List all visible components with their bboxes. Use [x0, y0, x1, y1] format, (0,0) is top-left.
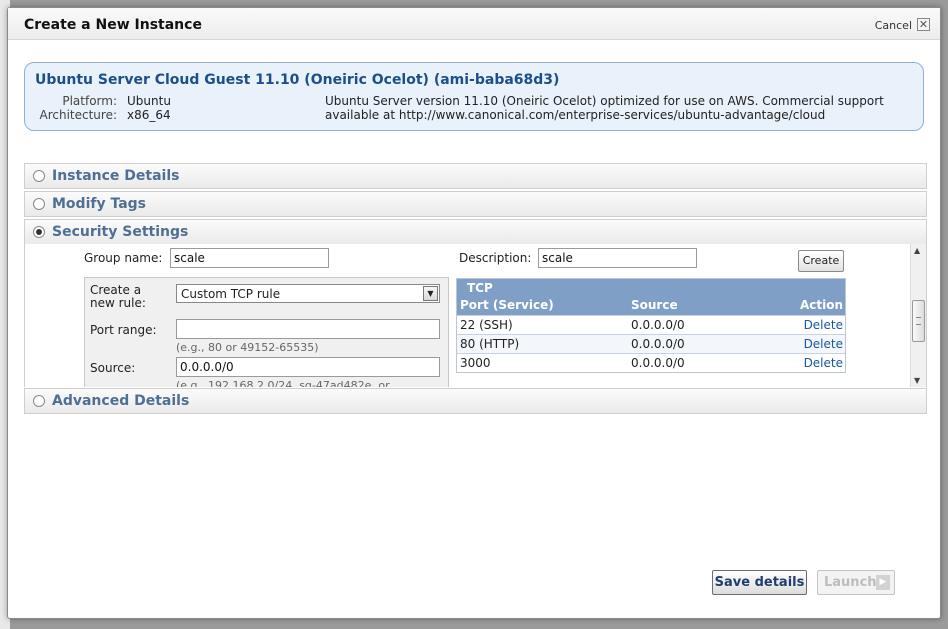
close-icon[interactable]: ✕: [917, 18, 930, 31]
dialog-header: Create a New Instance Cancel ✕: [8, 8, 940, 40]
table-row: 80 (HTTP) 0.0.0.0/0 Delete: [457, 334, 845, 353]
platform-value: Ubuntu: [127, 94, 171, 108]
col-action-header: Action: [799, 298, 843, 312]
new-rule-label-line2: new rule:: [90, 296, 146, 310]
table-title: TCP: [467, 281, 493, 295]
table-row: 22 (SSH) 0.0.0.0/0 Delete: [457, 315, 845, 334]
ami-title: Ubuntu Server Cloud Guest 11.10 (Oneiric…: [35, 72, 560, 88]
radio-icon[interactable]: [33, 395, 45, 407]
cancel-link[interactable]: Cancel: [875, 19, 912, 32]
port-range-hint: (e.g., 80 or 49152-65535): [176, 341, 319, 354]
port-range-label: Port range:: [90, 323, 157, 337]
radio-selected-icon[interactable]: [33, 226, 45, 238]
rule-type-value: Custom TCP rule: [181, 287, 281, 301]
section-label: Modify Tags: [52, 196, 147, 212]
new-rule-label-line1: Create a: [90, 283, 142, 297]
row-port: 3000: [460, 356, 491, 370]
section-modify-tags[interactable]: Modify Tags: [24, 191, 927, 217]
architecture-label: Architecture:: [39, 108, 117, 122]
group-name-input[interactable]: scale: [170, 248, 329, 268]
source-hint: (e.g., 192.168.2.0/24, sg-47ad482e, or: [176, 379, 390, 387]
col-source-header: Source: [631, 298, 678, 312]
delete-link[interactable]: Delete: [804, 337, 843, 351]
ami-description: Ubuntu Server version 11.10 (Oneiric Oce…: [325, 94, 884, 122]
create-instance-dialog: Create a New Instance Cancel ✕ Ubuntu Se…: [7, 7, 941, 619]
col-port-header: Port (Service): [460, 298, 554, 312]
ami-summary-box: Ubuntu Server Cloud Guest 11.10 (Oneiric…: [24, 62, 924, 131]
rule-type-select[interactable]: Custom TCP rule ▼: [176, 284, 440, 303]
section-scrollbar[interactable]: ▲ ▼: [910, 244, 926, 387]
section-security-settings[interactable]: Security Settings: [24, 219, 927, 245]
row-source: 0.0.0.0/0: [631, 337, 685, 351]
delete-link[interactable]: Delete: [804, 356, 843, 370]
radio-icon[interactable]: [33, 170, 45, 182]
description-input[interactable]: scale: [538, 248, 697, 268]
architecture-value: x86_64: [127, 108, 171, 122]
new-rule-panel: Create a new rule: Custom TCP rule ▼ Por…: [84, 277, 449, 387]
section-instance-details[interactable]: Instance Details: [24, 163, 927, 189]
row-port: 80 (HTTP): [460, 337, 520, 351]
radio-icon[interactable]: [33, 198, 45, 210]
section-advanced-details[interactable]: Advanced Details: [24, 388, 927, 414]
scroll-down-icon[interactable]: ▼: [914, 376, 920, 385]
scroll-up-icon[interactable]: ▲: [914, 246, 920, 255]
row-source: 0.0.0.0/0: [631, 356, 685, 370]
scrollbar-thumb[interactable]: [912, 300, 925, 342]
ami-properties: Platform: Ubuntu Architecture: x86_64: [35, 94, 171, 122]
section-label: Security Settings: [52, 224, 189, 240]
port-range-input[interactable]: [176, 319, 440, 339]
security-settings-body: Group name: scale Description: scale Cre…: [24, 244, 927, 387]
chevron-down-icon[interactable]: ▼: [423, 286, 438, 301]
description-label: Description:: [459, 251, 532, 265]
arrow-right-icon: ▶: [876, 575, 890, 590]
save-details-button[interactable]: Save details: [712, 570, 807, 595]
source-label: Source:: [90, 361, 136, 375]
launch-button[interactable]: Launch ▶: [817, 570, 895, 595]
table-header: TCP Port (Service) Source Action: [457, 279, 845, 315]
table-row: 3000 0.0.0.0/0 Delete: [457, 353, 845, 372]
section-label: Advanced Details: [52, 393, 190, 409]
row-source: 0.0.0.0/0: [631, 318, 685, 332]
create-group-button[interactable]: Create: [798, 250, 844, 272]
group-name-label: Group name:: [84, 251, 163, 265]
tcp-rules-table: TCP Port (Service) Source Action 22 (SSH…: [456, 278, 846, 373]
new-rule-label: Create a new rule:: [90, 284, 146, 310]
launch-label: Launch: [824, 575, 877, 590]
dialog-title: Create a New Instance: [24, 17, 202, 33]
source-input[interactable]: 0.0.0.0/0: [176, 357, 440, 377]
row-port: 22 (SSH): [460, 318, 513, 332]
delete-link[interactable]: Delete: [804, 318, 843, 332]
section-label: Instance Details: [52, 168, 180, 184]
platform-label: Platform:: [62, 94, 117, 108]
